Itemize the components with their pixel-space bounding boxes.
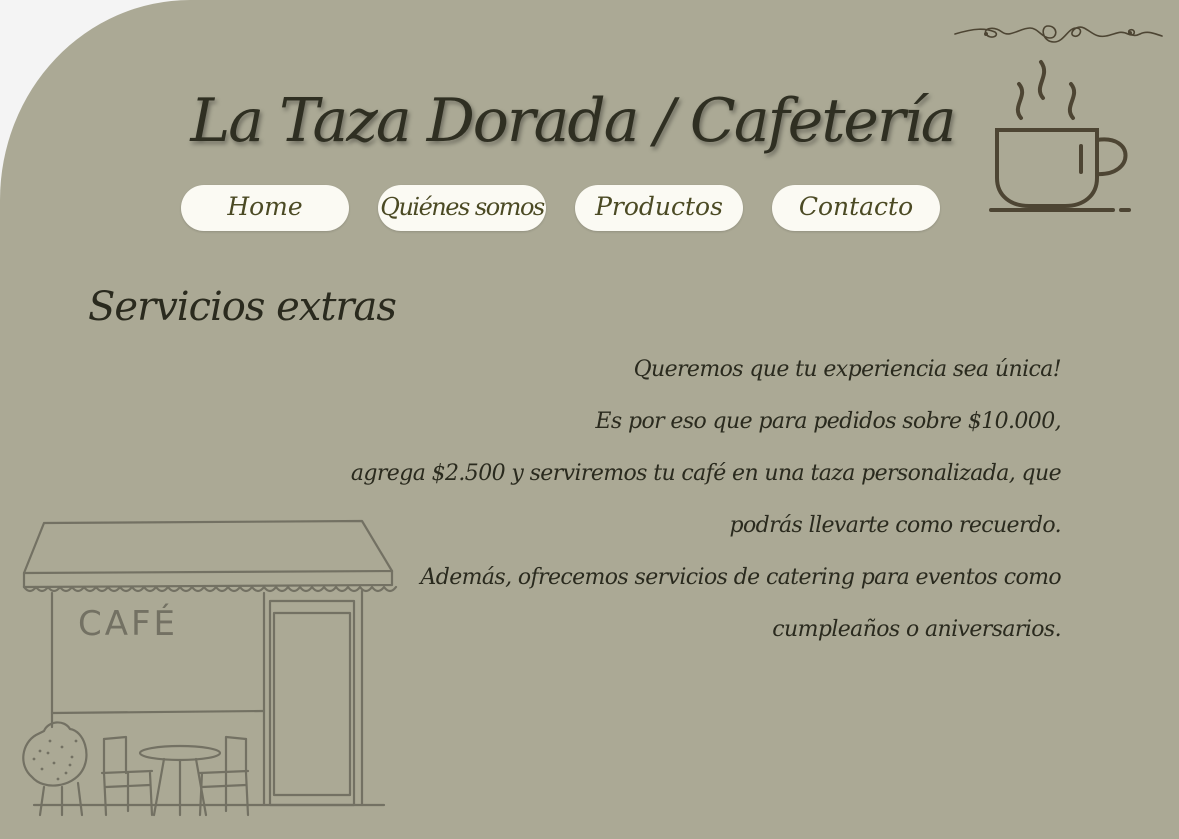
nav-contact-button[interactable]: Contacto xyxy=(772,185,940,231)
site-title: La Taza Dorada / Cafetería xyxy=(190,86,956,156)
page-background: La Taza Dorada / Cafetería Home Quiénes … xyxy=(0,0,1179,839)
services-line: agrega $2.500 y serviremos tu café en un… xyxy=(350,461,1062,486)
services-line: cumpleaños o aniversarios. xyxy=(772,617,1061,642)
nav-home-button[interactable]: Home xyxy=(181,185,349,231)
services-line: Queremos que tu experiencia sea única! xyxy=(633,357,1062,382)
storefront-sign: CAFÉ xyxy=(78,604,179,644)
section-title: Servicios extras xyxy=(88,284,397,330)
services-line: Además, ofrecemos servicios de catering … xyxy=(420,565,1061,590)
nav-about-button[interactable]: Quiénes somos xyxy=(378,185,546,231)
nav-products-button[interactable]: Productos xyxy=(575,185,743,231)
flourish-ornament-icon xyxy=(954,25,1163,43)
cafe-storefront-illustration xyxy=(22,519,398,817)
services-line: Es por eso que para pedidos sobre $10.00… xyxy=(595,409,1061,434)
services-line: podrás llevarte como recuerdo. xyxy=(729,513,1062,538)
services-description: Queremos que tu experiencia sea única! E… xyxy=(301,344,1062,656)
